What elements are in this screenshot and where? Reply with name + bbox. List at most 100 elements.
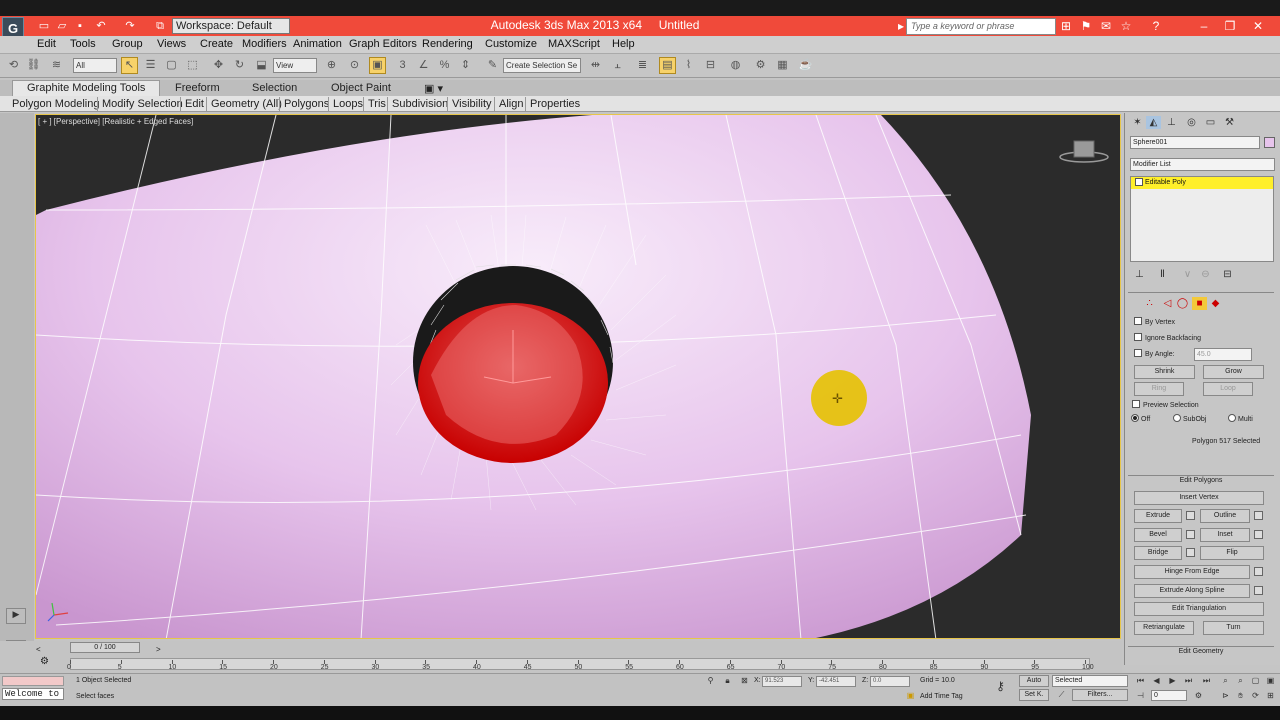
named-selection-dropdown[interactable]: Create Selection Se xyxy=(503,58,581,73)
reference-coordinate-dropdown[interactable]: View xyxy=(273,58,317,73)
search-binoculars-icon[interactable]: ⊞ xyxy=(1058,18,1074,34)
render-setup-icon[interactable]: ⚙ xyxy=(752,57,769,74)
tab-selection[interactable]: Selection xyxy=(252,82,297,94)
menu-modifiers[interactable]: Modifiers xyxy=(242,38,287,50)
x-coordinate-field[interactable]: 91.523 xyxy=(762,676,802,687)
tab-freeform[interactable]: Freeform xyxy=(175,82,220,94)
mini-curve-editor-icon[interactable]: ⚙ xyxy=(40,656,49,667)
viewport-label-menu[interactable]: [ + ] [Perspective] [Realistic + Edged F… xyxy=(38,117,193,126)
inset-button[interactable]: Inset xyxy=(1200,528,1250,542)
select-and-rotate-icon[interactable]: ↻ xyxy=(231,57,248,74)
polygon-mode-icon[interactable]: ■ xyxy=(1192,297,1207,310)
material-editor-icon[interactable]: ◍ xyxy=(727,57,744,74)
extrude-spline-settings-icon[interactable] xyxy=(1254,586,1263,595)
edge-mode-icon[interactable]: ◁ xyxy=(1160,297,1175,310)
stack-expand-icon[interactable] xyxy=(1135,178,1146,188)
minimize-icon[interactable]: – xyxy=(1192,17,1216,35)
panel-polygons[interactable]: Polygons xyxy=(284,98,329,110)
key-filters-button[interactable]: Filters... xyxy=(1072,689,1128,701)
current-frame-field[interactable]: 0 xyxy=(1151,690,1187,701)
edit-named-selection-icon[interactable]: ✎ xyxy=(484,57,501,74)
shrink-button[interactable]: Shrink xyxy=(1134,365,1195,379)
extrude-along-spline-button[interactable]: Extrude Along Spline xyxy=(1134,584,1250,598)
go-to-start-icon[interactable]: ⏮ xyxy=(1133,675,1148,687)
menu-help[interactable]: Help xyxy=(612,38,635,50)
selection-lock-icon[interactable]: 🔒︎ xyxy=(720,675,735,687)
edit-geometry-rollout-title[interactable]: Edit Geometry xyxy=(1128,646,1274,656)
by-vertex-checkbox[interactable]: By Vertex xyxy=(1134,317,1175,328)
set-key-button[interactable]: Set K. xyxy=(1019,689,1049,701)
ring-button[interactable]: Ring xyxy=(1134,382,1184,396)
spinner-snap-icon[interactable]: ⇕ xyxy=(457,57,474,74)
display-panel-icon[interactable]: ▭ xyxy=(1203,116,1218,129)
close-icon[interactable]: ✕ xyxy=(1246,17,1270,35)
element-mode-icon[interactable]: ◆ xyxy=(1208,297,1223,310)
mirror-icon[interactable]: ⇹ xyxy=(587,57,604,74)
panel-polygon-modeling[interactable]: Polygon Modeling xyxy=(12,98,99,110)
select-object-icon[interactable]: ↖ xyxy=(121,57,138,74)
extrude-button[interactable]: Extrude xyxy=(1134,509,1182,523)
menu-tools[interactable]: Tools xyxy=(70,38,96,50)
turn-button[interactable]: Turn xyxy=(1203,621,1264,635)
tab-graphite-modeling-tools[interactable]: Graphite Modeling Tools xyxy=(12,80,161,96)
time-tag-icon[interactable]: ▣ xyxy=(903,690,918,702)
layer-manager-icon[interactable]: ≣ xyxy=(634,57,651,74)
edit-polygons-rollout-title[interactable]: Edit Polygons xyxy=(1128,475,1274,485)
border-mode-icon[interactable]: ◯ xyxy=(1175,297,1190,310)
zoom-icon[interactable]: ⌕ xyxy=(1218,675,1233,687)
flip-button[interactable]: Flip xyxy=(1200,546,1264,560)
preview-subobj-radio[interactable]: SubObj xyxy=(1173,414,1206,425)
preview-off-radio[interactable]: Off xyxy=(1131,414,1150,425)
bevel-button[interactable]: Bevel xyxy=(1134,528,1182,542)
zoom-extents-icon[interactable]: ▢ xyxy=(1248,675,1263,687)
panel-visibility[interactable]: Visibility xyxy=(452,98,492,110)
menu-group[interactable]: Group xyxy=(112,38,143,50)
motion-panel-icon[interactable]: ◎ xyxy=(1184,116,1199,129)
panel-subdivision[interactable]: Subdivision xyxy=(392,98,448,110)
loop-button[interactable]: Loop xyxy=(1203,382,1253,396)
retriangulate-button[interactable]: Retriangulate xyxy=(1134,621,1194,635)
curve-editor-icon[interactable]: ⌇ xyxy=(680,57,697,74)
rendered-frame-window-icon[interactable]: ▦ xyxy=(774,57,791,74)
time-slider-handle[interactable]: 0 / 100 xyxy=(70,642,140,653)
field-of-view-icon[interactable]: ⊳ xyxy=(1218,690,1233,702)
menu-rendering[interactable]: Rendering xyxy=(422,38,473,50)
viewport-layout-expand-icon[interactable]: ▶ xyxy=(6,608,26,624)
align-icon[interactable]: ⫠ xyxy=(609,57,626,74)
selection-region-icon[interactable]: ▢ xyxy=(163,57,180,74)
select-and-move-icon[interactable]: ✥ xyxy=(210,57,227,74)
remove-modifier-icon[interactable]: ⊖ xyxy=(1198,268,1213,281)
configure-modifier-sets-icon[interactable]: ⊟ xyxy=(1220,268,1235,281)
graphite-toggle-icon[interactable]: ▤ xyxy=(659,57,676,74)
vertex-mode-icon[interactable]: ∴ xyxy=(1142,297,1157,310)
zoom-all-icon[interactable]: ⌕ xyxy=(1233,675,1248,687)
panel-loops[interactable]: Loops xyxy=(333,98,363,110)
selection-filter-dropdown[interactable]: All xyxy=(73,58,117,73)
default-in-out-tangent-icon[interactable]: ⟋ xyxy=(1054,689,1069,701)
absolute-mode-icon[interactable]: ⊠ xyxy=(737,675,752,687)
outline-button[interactable]: Outline xyxy=(1200,509,1250,523)
render-production-icon[interactable]: ☕ xyxy=(797,57,814,74)
menu-customize[interactable]: Customize xyxy=(485,38,537,50)
modifier-list-dropdown[interactable]: Modifier List xyxy=(1130,158,1275,171)
menu-graph-editors[interactable]: Graph Editors xyxy=(349,38,417,50)
grow-button[interactable]: Grow xyxy=(1203,365,1264,379)
bind-to-space-warp-icon[interactable]: ≋ xyxy=(48,57,65,74)
help-icon[interactable]: ? xyxy=(1148,18,1164,34)
hinge-settings-icon[interactable] xyxy=(1254,567,1263,576)
isolate-selection-icon[interactable]: ⚲ xyxy=(703,675,718,687)
manipulate-icon[interactable]: ⊙ xyxy=(346,57,363,74)
panel-tris[interactable]: Tris xyxy=(368,98,386,110)
time-slider-prev-icon[interactable]: < xyxy=(36,645,41,654)
menu-views[interactable]: Views xyxy=(157,38,186,50)
angle-snap-icon[interactable]: ∠ xyxy=(415,57,432,74)
y-coordinate-field[interactable]: -42.451 xyxy=(816,676,856,687)
by-angle-checkbox[interactable]: By Angle: xyxy=(1134,349,1175,360)
object-name-field[interactable]: Sphere001 xyxy=(1130,136,1260,149)
auto-key-button[interactable]: Auto xyxy=(1019,675,1049,687)
panel-modify-selection[interactable]: Modify Selection xyxy=(102,98,183,110)
object-color-swatch[interactable] xyxy=(1264,137,1275,148)
menu-create[interactable]: Create xyxy=(200,38,233,50)
maximize-icon[interactable]: ❐ xyxy=(1218,17,1242,35)
subscription-icon[interactable]: ⚑ xyxy=(1078,18,1094,34)
